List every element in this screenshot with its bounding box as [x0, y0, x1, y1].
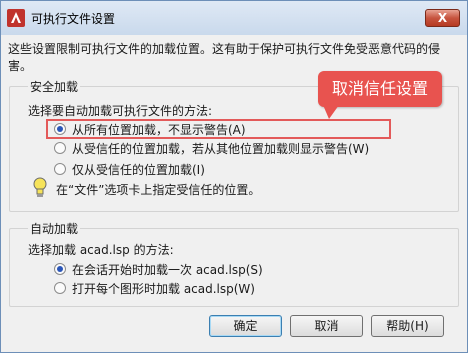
- security-group-title: 安全加载: [28, 78, 81, 95]
- highlight-box: [46, 119, 391, 139]
- trusted-location-tip: 在“文件”选项卡上指定受信任的位置。: [56, 183, 261, 197]
- autocad-logo-icon: [7, 9, 25, 27]
- title-bar[interactable]: 可执行文件设置 X: [1, 1, 467, 35]
- option-label: 仅从受信任的位置加载(I): [72, 163, 205, 177]
- radio-trusted-only[interactable]: [54, 163, 66, 175]
- option-label: 打开每个图形时加载 acad.lsp(W): [72, 282, 255, 296]
- autoload-prompt: 选择加载 acad.lsp 的方法:: [28, 243, 174, 257]
- option-label: 在会话开始时加载一次 acad.lsp(S): [72, 263, 263, 277]
- close-button[interactable]: X: [425, 9, 460, 27]
- radio-trusted-warn[interactable]: [54, 142, 66, 154]
- ok-button[interactable]: 确定: [209, 315, 282, 337]
- lightbulb-icon: [33, 177, 47, 197]
- autoload-group-title: 自动加载: [28, 220, 81, 237]
- help-button[interactable]: 帮助(H): [371, 315, 444, 337]
- close-icon: X: [437, 11, 448, 25]
- cancel-button[interactable]: 取消: [290, 315, 363, 337]
- annotation-callout: 取消信任设置: [318, 71, 442, 107]
- dialog-description: 这些设置限制可执行文件的加载位置。这有助于保护可执行文件免受恶意代码的侵害。: [8, 42, 441, 73]
- option-label: 从受信任的位置加载，若从其他位置加载则显示警告(W): [72, 142, 370, 156]
- radio-load-every-drawing[interactable]: [54, 282, 66, 294]
- radio-load-once[interactable]: [54, 263, 66, 275]
- executable-settings-dialog: 可执行文件设置 X 这些设置限制可执行文件的加载位置。这有助于保护可执行文件免受…: [0, 0, 468, 353]
- callout-pointer: [323, 105, 339, 119]
- security-prompt: 选择要自动加载可执行文件的方法:: [28, 104, 213, 118]
- window-title: 可执行文件设置: [31, 12, 116, 26]
